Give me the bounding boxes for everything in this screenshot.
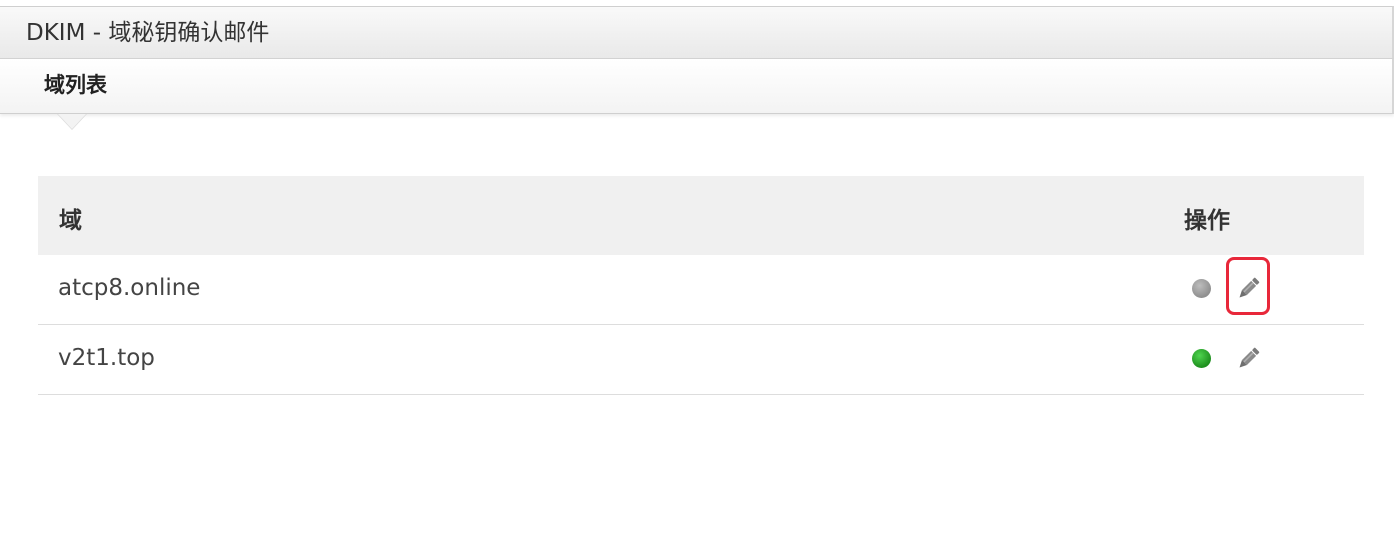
status-indicator-icon — [1192, 349, 1211, 368]
edit-button[interactable] — [1226, 327, 1270, 385]
column-header-domain: 域 — [59, 208, 82, 234]
column-header-actions: 操作 — [1184, 208, 1230, 234]
domain-cell: atcp8.online — [58, 275, 201, 301]
domain-table: 域 操作 atcp8.online v2t1.top — [38, 176, 1364, 395]
domain-cell: v2t1.top — [58, 345, 155, 371]
pencil-icon — [1239, 277, 1260, 298]
section-pointer — [58, 114, 86, 129]
table-header: 域 操作 — [38, 176, 1364, 255]
section-title: 域列表 — [44, 73, 107, 97]
pencil-icon — [1239, 347, 1260, 368]
status-indicator-icon — [1192, 279, 1211, 298]
edit-button[interactable] — [1226, 257, 1270, 315]
window-title: DKIM - 域秘钥确认邮件 — [26, 20, 270, 46]
section-header: 域列表 — [0, 59, 1394, 114]
window-title-bar: DKIM - 域秘钥确认邮件 — [0, 6, 1394, 59]
table-row: atcp8.online — [38, 255, 1364, 325]
table-row: v2t1.top — [38, 325, 1364, 395]
